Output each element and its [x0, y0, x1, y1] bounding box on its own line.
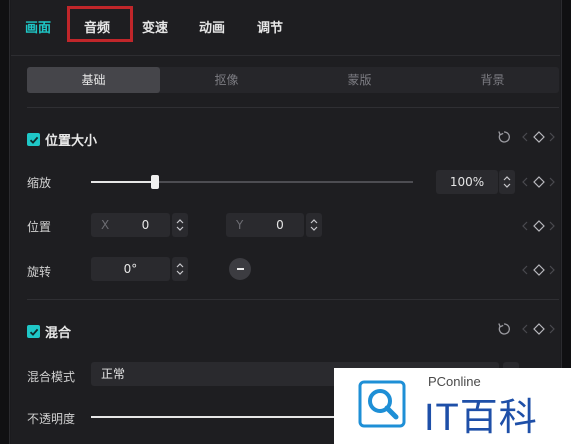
reset-icon[interactable] [497, 322, 511, 336]
check-icon [29, 136, 38, 144]
opacity-label: 不透明度 [27, 412, 76, 426]
scale-input[interactable]: 100% [436, 170, 498, 194]
next-keyframe-icon[interactable] [549, 221, 555, 231]
keyframe-diamond-icon[interactable] [533, 176, 545, 188]
tab-picture[interactable]: 画面 [25, 17, 51, 36]
tab-speed[interactable]: 变速 [142, 17, 168, 36]
rotation-dial[interactable] [229, 258, 251, 280]
scale-slider-fill [91, 181, 155, 183]
reset-icon[interactable] [497, 130, 511, 144]
tab-animation[interactable]: 动画 [199, 17, 225, 36]
audio-tab-highlight-box [67, 6, 133, 42]
position-label: 位置 [27, 220, 52, 234]
stepper-arrows-icon [503, 176, 511, 188]
stepper-arrows-icon [176, 219, 184, 231]
watermark-big-text: IT百科 [424, 397, 538, 439]
top-tab-bar: 画面 音频 变速 动画 调节 [11, 0, 560, 56]
subtab-mask[interactable]: 蒙版 [293, 67, 426, 93]
position-y-stepper[interactable] [306, 213, 322, 237]
blend-mode-label: 混合模式 [27, 370, 76, 384]
position-size-title: 位置大小 [45, 134, 98, 149]
blend-checkbox[interactable] [27, 325, 40, 338]
position-size-header: 位置大小 [27, 130, 97, 149]
rotation-stepper[interactable] [172, 257, 188, 281]
position-size-checkbox[interactable] [27, 133, 40, 146]
next-keyframe-icon[interactable] [549, 132, 555, 142]
subtab-basic[interactable]: 基础 [27, 67, 160, 93]
left-window-edge [0, 0, 10, 444]
next-keyframe-icon[interactable] [549, 177, 555, 187]
prev-keyframe-icon[interactable] [522, 177, 528, 187]
stepper-arrows-icon [176, 263, 184, 275]
pconline-watermark: PConline IT百科 [334, 368, 571, 444]
sub-tab-bar: 基础 抠像 蒙版 背景 [27, 67, 559, 93]
tab-adjust[interactable]: 调节 [257, 17, 283, 36]
subtab-background[interactable]: 背景 [426, 67, 559, 93]
prev-keyframe-icon[interactable] [522, 132, 528, 142]
divider [27, 299, 559, 300]
check-icon [29, 328, 38, 336]
divider [27, 107, 559, 108]
keyframe-diamond-icon[interactable] [533, 264, 545, 276]
keyframe-diamond-icon[interactable] [533, 220, 545, 232]
position-y-input[interactable]: Y 0 [226, 213, 304, 237]
scale-stepper[interactable] [499, 170, 515, 194]
next-keyframe-icon[interactable] [549, 265, 555, 275]
magnifier-logo-icon [358, 380, 406, 428]
next-keyframe-icon[interactable] [549, 324, 555, 334]
prev-keyframe-icon[interactable] [522, 324, 528, 334]
blend-title: 混合 [45, 326, 72, 341]
keyframe-diamond-icon[interactable] [533, 323, 545, 335]
keyframe-diamond-icon[interactable] [533, 131, 545, 143]
position-x-input[interactable]: X 0 [91, 213, 170, 237]
blend-header: 混合 [27, 322, 71, 341]
prev-keyframe-icon[interactable] [522, 221, 528, 231]
subtab-cutout[interactable]: 抠像 [160, 67, 293, 93]
rotation-label: 旋转 [27, 265, 52, 279]
position-x-stepper[interactable] [172, 213, 188, 237]
scale-label: 缩放 [27, 176, 52, 190]
rotation-input[interactable]: 0° [91, 257, 170, 281]
stepper-arrows-icon [310, 219, 318, 231]
prev-keyframe-icon[interactable] [522, 265, 528, 275]
scale-slider-handle[interactable] [151, 175, 159, 189]
